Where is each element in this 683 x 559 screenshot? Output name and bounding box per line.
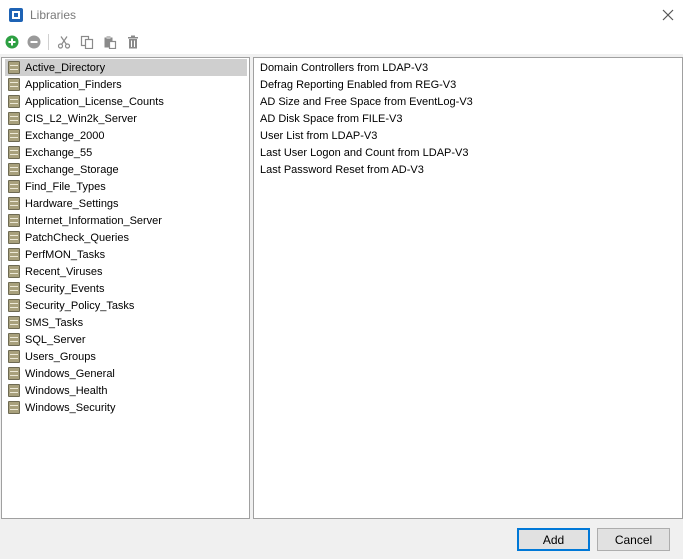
library-icon: [8, 61, 20, 74]
library-list[interactable]: Active_Directory Application_Finders Appli…: [1, 57, 250, 519]
library-icon: [8, 384, 20, 397]
library-icon: [8, 248, 20, 261]
library-icon: [8, 112, 20, 125]
list-item[interactable]: Exchange_55: [5, 144, 247, 161]
library-label: PerfMON_Tasks: [25, 248, 106, 261]
toolbar: [0, 30, 683, 54]
library-label: Exchange_Storage: [25, 163, 119, 176]
library-label: Security_Events: [25, 282, 105, 295]
paste-button[interactable]: [101, 33, 119, 51]
library-label: Users_Groups: [25, 350, 96, 363]
library-icon: [8, 401, 20, 414]
library-icon: [8, 299, 20, 312]
copy-icon: [80, 35, 94, 49]
list-item[interactable]: PerfMON_Tasks: [5, 246, 247, 263]
window-title: Libraries: [30, 8, 77, 22]
library-icon: [8, 282, 20, 295]
list-item[interactable]: SQL_Server: [5, 331, 247, 348]
library-icon: [8, 197, 20, 210]
list-item[interactable]: Defrag Reporting Enabled from REG-V3: [260, 76, 456, 93]
library-label: Windows_General: [25, 367, 115, 380]
delete-button[interactable]: [124, 33, 142, 51]
library-label: Find_File_Types: [25, 180, 106, 193]
list-item[interactable]: Windows_Health: [5, 382, 247, 399]
library-label: PatchCheck_Queries: [25, 231, 129, 244]
library-icon: [8, 214, 20, 227]
app-logo-icon: [8, 7, 24, 23]
library-icon: [8, 316, 20, 329]
library-label: Windows_Security: [25, 401, 116, 414]
toolbar-separator: [48, 34, 49, 50]
library-label: Internet_Information_Server: [25, 214, 162, 227]
library-label: Security_Policy_Tasks: [25, 299, 135, 312]
delete-icon: [128, 35, 138, 49]
list-item[interactable]: Exchange_2000: [5, 127, 247, 144]
close-button[interactable]: [653, 0, 683, 30]
remove-library-button[interactable]: [25, 33, 43, 51]
libraries-dialog: Libraries Active_Directory Application_F…: [0, 0, 683, 559]
paste-icon: [104, 36, 117, 49]
library-icon: [8, 78, 20, 91]
library-label: Application_License_Counts: [25, 95, 164, 108]
list-item[interactable]: Windows_Security: [5, 399, 247, 416]
library-icon: [8, 350, 20, 363]
list-item[interactable]: Active_Directory: [5, 59, 247, 76]
add-button[interactable]: Add: [517, 528, 590, 551]
library-label: Exchange_2000: [25, 129, 105, 142]
list-item[interactable]: CIS_L2_Win2k_Server: [5, 110, 247, 127]
close-icon: [662, 9, 674, 21]
list-item[interactable]: Exchange_Storage: [5, 161, 247, 178]
query-list[interactable]: Domain Controllers from LDAP-V3 Defrag Re…: [253, 57, 683, 519]
list-item[interactable]: Security_Events: [5, 280, 247, 297]
list-item[interactable]: Domain Controllers from LDAP-V3: [260, 59, 428, 76]
library-label: Application_Finders: [25, 78, 122, 91]
library-icon: [8, 180, 20, 193]
library-label: Hardware_Settings: [25, 197, 119, 210]
list-item[interactable]: AD Size and Free Space from EventLog-V3: [260, 93, 473, 110]
list-item[interactable]: Recent_Viruses: [5, 263, 247, 280]
library-label: CIS_L2_Win2k_Server: [25, 112, 137, 125]
library-icon: [8, 231, 20, 244]
list-item[interactable]: Last User Logon and Count from LDAP-V3: [260, 144, 469, 161]
library-label: SMS_Tasks: [25, 316, 84, 329]
library-label: SQL_Server: [25, 333, 86, 346]
copy-button[interactable]: [78, 33, 96, 51]
library-icon: [8, 367, 20, 380]
library-label: Recent_Viruses: [25, 265, 103, 278]
library-label: Windows_Health: [25, 384, 108, 397]
title-bar: Libraries: [0, 0, 683, 30]
list-item[interactable]: AD Disk Space from FILE-V3: [260, 110, 402, 127]
list-item[interactable]: Application_License_Counts: [5, 93, 247, 110]
list-item[interactable]: Application_Finders: [5, 76, 247, 93]
list-item[interactable]: Last Password Reset from AD-V3: [260, 161, 424, 178]
library-icon: [8, 265, 20, 278]
cut-button[interactable]: [55, 33, 73, 51]
list-item[interactable]: Windows_General: [5, 365, 247, 382]
library-icon: [8, 146, 20, 159]
library-icon: [8, 333, 20, 346]
library-label: Active_Directory: [25, 61, 106, 74]
cut-icon: [57, 36, 71, 49]
add-library-button[interactable]: [3, 33, 21, 51]
list-item[interactable]: PatchCheck_Queries: [5, 229, 247, 246]
add-icon: [5, 35, 19, 49]
library-icon: [8, 95, 20, 108]
library-icon: [8, 129, 20, 142]
list-item[interactable]: Find_File_Types: [5, 178, 247, 195]
library-label: Exchange_55: [25, 146, 93, 159]
list-item[interactable]: Hardware_Settings: [5, 195, 247, 212]
remove-icon: [27, 35, 41, 49]
list-item[interactable]: Users_Groups: [5, 348, 247, 365]
library-icon: [8, 163, 20, 176]
list-item[interactable]: Security_Policy_Tasks: [5, 297, 247, 314]
list-item[interactable]: User List from LDAP-V3: [260, 127, 377, 144]
list-item[interactable]: Internet_Information_Server: [5, 212, 247, 229]
list-item[interactable]: SMS_Tasks: [5, 314, 247, 331]
cancel-button[interactable]: Cancel: [597, 528, 670, 551]
